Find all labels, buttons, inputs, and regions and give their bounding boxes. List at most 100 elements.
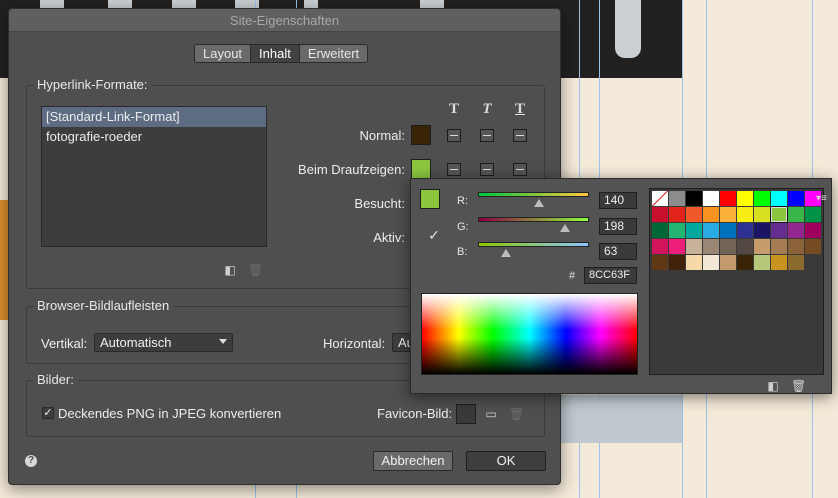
list-item[interactable]: fotografie-roeder xyxy=(42,127,266,147)
palette-swatch[interactable] xyxy=(805,239,821,254)
tab-erweitert[interactable]: Erweitert xyxy=(299,45,368,62)
palette-swatch[interactable] xyxy=(652,255,668,270)
tab-layout[interactable]: Layout xyxy=(195,45,252,62)
normal-color-swatch[interactable] xyxy=(411,125,431,145)
palette-swatch[interactable] xyxy=(686,255,702,270)
trash-icon: 🗑 xyxy=(509,407,525,421)
tab-inhalt[interactable]: Inhalt xyxy=(251,45,300,62)
palette-swatch[interactable] xyxy=(686,191,702,206)
palette-swatch[interactable] xyxy=(669,239,685,254)
red-label: R: xyxy=(457,195,468,207)
palette-swatch[interactable] xyxy=(737,223,753,238)
help-icon[interactable]: ? xyxy=(25,455,37,467)
palette-swatch[interactable] xyxy=(771,223,787,238)
blue-label: B: xyxy=(457,246,468,258)
favicon-image-well[interactable] xyxy=(456,404,476,424)
palette-swatch[interactable] xyxy=(652,239,668,254)
new-swatch-icon[interactable]: ◧ xyxy=(766,379,780,393)
palette-swatch[interactable] xyxy=(805,207,821,222)
palette-swatch[interactable] xyxy=(686,239,702,254)
eyedropper-icon[interactable]: ✓ xyxy=(426,227,442,243)
hover-color-swatch[interactable] xyxy=(411,159,431,179)
hover-label: Beim Draufzeigen: xyxy=(298,162,405,177)
palette-swatch[interactable] xyxy=(754,223,770,238)
underline-none-icon: T xyxy=(448,101,459,117)
palette-swatch[interactable] xyxy=(754,239,770,254)
palette-swatch[interactable] xyxy=(652,223,668,238)
color-spectrum[interactable] xyxy=(421,293,638,375)
palette-swatch[interactable] xyxy=(652,207,668,222)
blue-slider-thumb[interactable] xyxy=(500,249,511,257)
vertical-scrollbar-value: Automatisch xyxy=(100,335,172,350)
ok-button[interactable]: OK xyxy=(466,451,546,471)
palette-menu-icon[interactable]: ▾≡ xyxy=(816,193,827,204)
palette-swatch[interactable] xyxy=(703,207,719,222)
section-title: Bilder: xyxy=(33,372,78,387)
vertical-scrollbar-select[interactable]: Automatisch xyxy=(94,333,233,352)
red-value-field[interactable]: 140 xyxy=(599,192,637,209)
palette-swatch[interactable] xyxy=(703,239,719,254)
palette-swatch[interactable] xyxy=(720,223,736,238)
trash-icon[interactable]: 🗑 xyxy=(791,379,806,393)
red-slider[interactable] xyxy=(478,192,589,197)
green-value-field[interactable]: 198 xyxy=(599,218,637,235)
dialog-titlebar[interactable]: Site-Eigenschaften xyxy=(9,9,560,32)
normal-label: Normal: xyxy=(359,128,405,143)
palette-swatch[interactable] xyxy=(669,255,685,270)
palette-swatch[interactable] xyxy=(720,207,736,222)
list-item[interactable]: [Standard-Link-Format] xyxy=(42,107,266,127)
palette-swatch[interactable] xyxy=(754,207,770,222)
palette-swatch[interactable] xyxy=(686,223,702,238)
normal-style-toggle[interactable] xyxy=(513,129,527,142)
palette-swatch[interactable] xyxy=(788,255,804,270)
palette-swatch[interactable] xyxy=(788,223,804,238)
hover-style-toggle[interactable] xyxy=(447,163,461,176)
normal-style-toggle[interactable] xyxy=(480,129,494,142)
underline-icon: T xyxy=(514,101,525,117)
new-page-icon[interactable]: ◧ xyxy=(223,263,237,277)
italic-icon: T xyxy=(482,101,492,117)
palette-swatch[interactable] xyxy=(805,223,821,238)
palette-swatch[interactable] xyxy=(771,191,787,206)
palette-swatch[interactable] xyxy=(703,191,719,206)
palette-swatch[interactable] xyxy=(771,255,787,270)
section-title: Browser-Bildlaufleisten xyxy=(33,298,174,313)
palette-swatch[interactable] xyxy=(771,239,787,254)
palette-swatch[interactable] xyxy=(737,207,753,222)
palette-swatch[interactable] xyxy=(754,191,770,206)
blue-value-field[interactable]: 63 xyxy=(599,243,637,260)
palette-swatch[interactable] xyxy=(720,239,736,254)
normal-style-toggle[interactable] xyxy=(447,129,461,142)
png-to-jpeg-checkbox[interactable]: ✓ xyxy=(42,407,54,419)
palette-swatch[interactable] xyxy=(669,191,685,206)
visited-label: Besucht: xyxy=(354,196,405,211)
palette-swatch[interactable] xyxy=(788,239,804,254)
green-slider-thumb[interactable] xyxy=(559,224,570,232)
palette-swatch[interactable] xyxy=(669,207,685,222)
palette-swatch[interactable] xyxy=(737,255,753,270)
palette-swatch[interactable] xyxy=(754,255,770,270)
palette-swatch[interactable] xyxy=(703,255,719,270)
palette-swatch[interactable] xyxy=(788,191,804,206)
folder-icon[interactable]: ▭ xyxy=(484,407,498,421)
red-slider-thumb[interactable] xyxy=(534,199,545,207)
palette-swatch[interactable] xyxy=(703,223,719,238)
hex-value-field[interactable]: 8CC63F xyxy=(584,267,637,284)
hover-style-toggle[interactable] xyxy=(513,163,527,176)
palette-swatch[interactable] xyxy=(737,191,753,206)
dialog-title: Site-Eigenschaften xyxy=(229,12,340,28)
green-slider[interactable] xyxy=(478,217,589,222)
vertical-label: Vertikal: xyxy=(41,336,88,351)
hyperlink-format-list[interactable]: [Standard-Link-Format] fotografie-roeder xyxy=(41,106,267,247)
hover-style-toggle[interactable] xyxy=(480,163,494,176)
palette-swatch[interactable] xyxy=(737,239,753,254)
palette-swatch[interactable] xyxy=(669,223,685,238)
cancel-button[interactable]: Abbrechen xyxy=(373,451,453,471)
palette-swatch[interactable] xyxy=(770,206,788,223)
palette-swatch[interactable] xyxy=(720,255,736,270)
no-color-swatch[interactable] xyxy=(652,191,668,206)
palette-swatch[interactable] xyxy=(686,207,702,222)
palette-swatch[interactable] xyxy=(720,191,736,206)
palette-swatch[interactable] xyxy=(788,207,804,222)
blue-slider[interactable] xyxy=(478,242,589,247)
